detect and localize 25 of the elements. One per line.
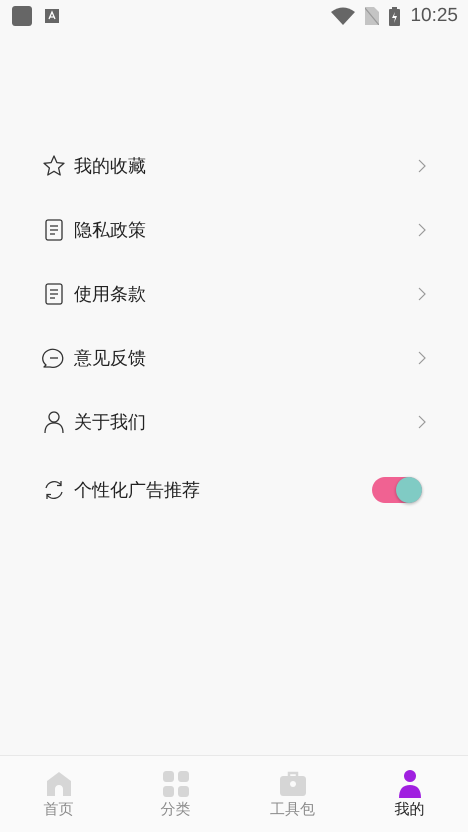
toolbox-icon <box>278 770 306 798</box>
menu-item[interactable]: 隐私政策 <box>0 198 468 262</box>
person-icon <box>42 410 66 434</box>
clock-time: 10:25 <box>410 5 458 27</box>
home-icon <box>44 770 72 798</box>
chevron-right-icon <box>418 351 426 365</box>
grid-icon <box>162 770 190 798</box>
chevron-right-icon <box>418 159 426 173</box>
toggle-switch[interactable] <box>372 477 422 503</box>
menu-item[interactable]: 使用条款 <box>0 262 468 326</box>
menu-item[interactable]: 意见反馈 <box>0 326 468 390</box>
no-sim-icon <box>365 7 380 25</box>
chevron-right-icon <box>418 287 426 301</box>
notification-icon <box>45 9 59 23</box>
chevron-right-icon <box>418 223 426 237</box>
menu-item[interactable]: 我的收藏 <box>0 134 468 198</box>
wifi-icon <box>331 7 356 25</box>
tab[interactable]: 我的 <box>351 756 468 832</box>
app-icon <box>12 6 32 26</box>
battery-charging-icon <box>389 6 400 26</box>
menu-item[interactable]: 个性化广告推荐 <box>0 454 468 526</box>
star-icon <box>42 154 66 178</box>
chevron-right-icon <box>418 415 426 429</box>
menu-item[interactable]: 关于我们 <box>0 390 468 454</box>
chat-bubble-icon <box>42 346 66 370</box>
